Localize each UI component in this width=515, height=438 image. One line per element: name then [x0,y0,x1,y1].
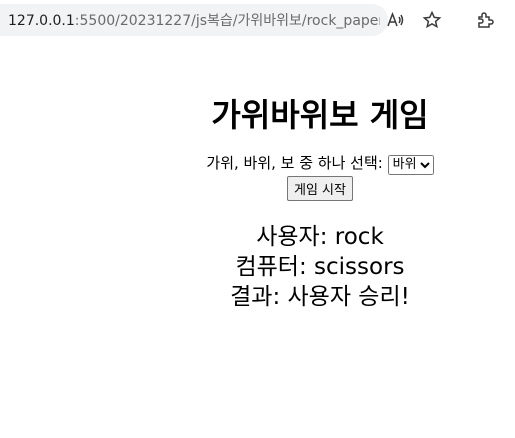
read-aloud-icon[interactable] [383,8,407,32]
start-row: 게임 시작 [130,176,510,201]
choice-label: 가위, 바위, 보 중 하나 선택: [206,154,383,172]
choice-select[interactable]: 바위 [387,154,434,175]
browser-toolbar: 127.0.0.1:5500/20231227/js복습/가위바위보/rock_… [0,0,515,40]
page-title: 가위바위보 게임 [211,96,429,134]
url-host: 127.0.0.1 [8,13,75,29]
address-bar[interactable]: 127.0.0.1:5500/20231227/js복습/가위바위보/rock_… [0,4,388,36]
choice-row: 가위, 바위, 보 중 하나 선택: 바위 [130,152,510,175]
computer-choice-text: 컴퓨터: scissors [235,254,405,280]
url-path: :5500/20231227/js복습/가위바위보/rock_paper_... [74,13,380,29]
results-panel: 사용자: rock 컴퓨터: scissors 결과: 사용자 승리! [130,222,510,312]
puzzle-icon[interactable] [473,8,497,32]
result-text: 결과: 사용자 승리! [230,284,410,310]
user-choice-text: 사용자: rock [256,224,384,250]
start-game-button[interactable]: 게임 시작 [287,176,353,201]
star-icon[interactable] [420,8,444,32]
url-text[interactable]: 127.0.0.1:5500/20231227/js복습/가위바위보/rock_… [0,10,380,30]
